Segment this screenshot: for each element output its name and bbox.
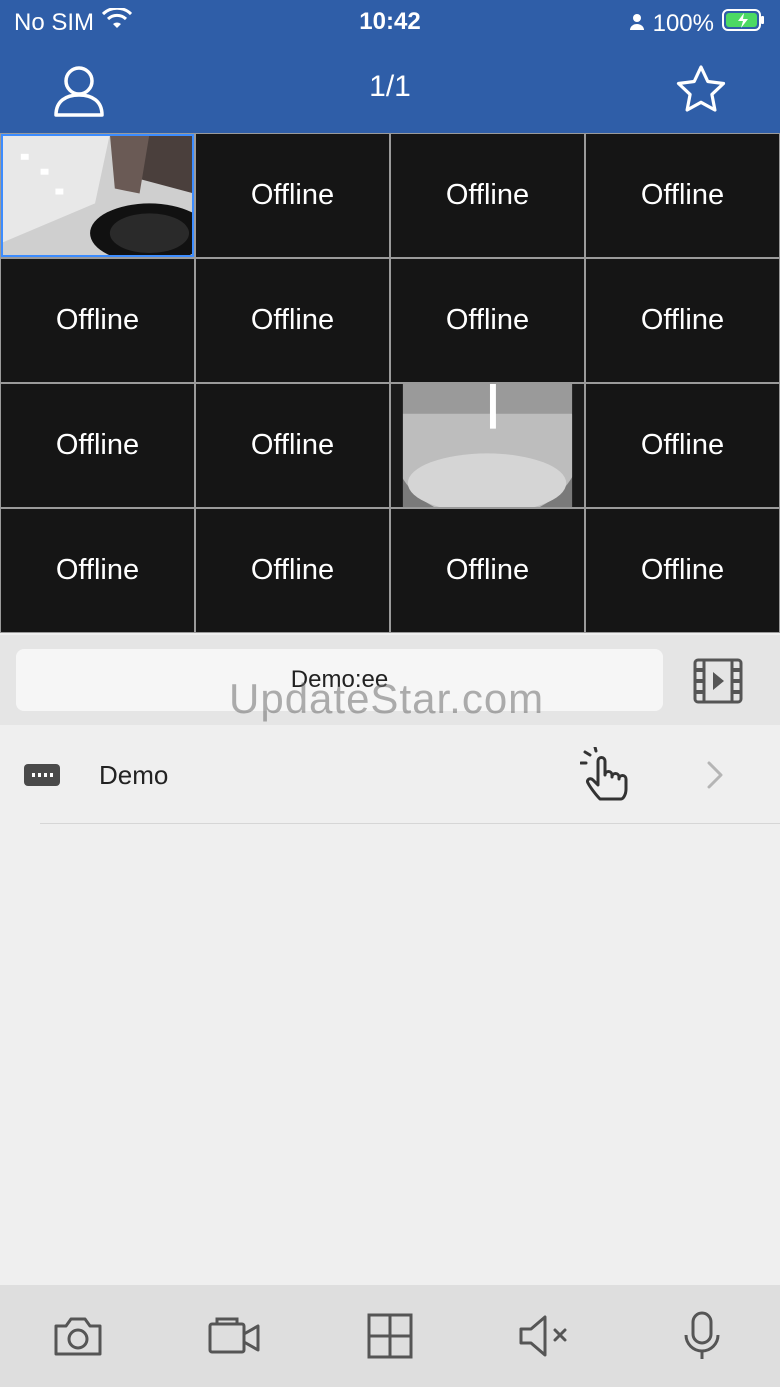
camera-icon[interactable] [48, 1306, 108, 1366]
list-item[interactable]: Demo [0, 726, 780, 824]
camera-grid: Offline Offline Offline Offline Offline … [0, 133, 780, 633]
playback-film-icon[interactable] [690, 653, 746, 709]
camera-cell-2[interactable]: Offline [196, 134, 389, 257]
device-name-field[interactable]: Demo:ee [16, 649, 663, 711]
title-bar: 1/1 [0, 44, 780, 133]
camera-cell-5[interactable]: Offline [1, 259, 194, 382]
list-item-label: Demo [99, 760, 169, 790]
camera-cell-1[interactable] [1, 134, 194, 257]
grid-layout-icon[interactable] [360, 1306, 420, 1366]
camera-cell-8[interactable]: Offline [586, 259, 779, 382]
microphone-icon[interactable] [672, 1306, 732, 1366]
camera-cell-15[interactable]: Offline [391, 509, 584, 632]
device-bar: Demo:ee [0, 635, 780, 725]
camera-cell-7[interactable]: Offline [391, 259, 584, 382]
bottom-toolbar [0, 1285, 780, 1387]
camera-cell-16[interactable]: Offline [586, 509, 779, 632]
camera-cell-9[interactable]: Offline [1, 384, 194, 507]
camera-cell-11[interactable] [391, 384, 584, 507]
battery-percent: 100% [652, 9, 714, 37]
battery-icon [722, 8, 766, 39]
camera-feed-11 [391, 384, 584, 507]
app-header: No SIM 10:42 100% 1/1 [0, 0, 780, 133]
record-icon[interactable] [204, 1306, 264, 1366]
camera-cell-4[interactable]: Offline [586, 134, 779, 257]
status-right: 100% [629, 8, 766, 39]
camera-cell-13[interactable]: Offline [1, 509, 194, 632]
star-icon[interactable] [672, 61, 730, 119]
tap-hand-icon[interactable] [578, 746, 638, 804]
page-title: 1/1 [369, 70, 411, 103]
camera-cell-10[interactable]: Offline [196, 384, 389, 507]
mute-icon[interactable] [515, 1306, 575, 1366]
camera-cell-14[interactable]: Offline [196, 509, 389, 632]
camera-cell-12[interactable]: Offline [586, 384, 779, 507]
dvr-device-icon [24, 764, 60, 786]
camera-cell-3[interactable]: Offline [391, 134, 584, 257]
camera-feed-1 [1, 134, 194, 257]
row-divider [40, 823, 780, 824]
status-bar: No SIM 10:42 100% [0, 0, 780, 44]
camera-cell-6[interactable]: Offline [196, 259, 389, 382]
user-small-icon [629, 10, 645, 38]
chevron-right-icon[interactable] [700, 760, 730, 790]
